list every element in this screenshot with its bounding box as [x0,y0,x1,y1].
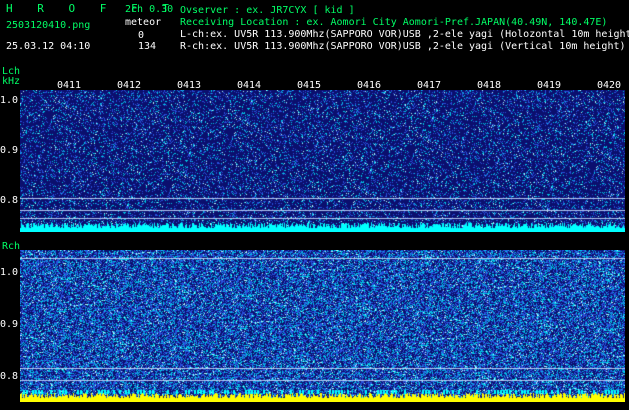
rch-ytick-1.0: 1.0 [0,267,19,278]
rch-label: Rch [2,241,21,252]
meteor-count-r: 134 [138,41,157,52]
capture-datetime: 25.03.12 04:10 [6,41,91,52]
version-label: 2ch 0.30 [125,4,174,15]
location-info: Receiving Location : ex. Aomori City Aom… [180,17,608,28]
rch-spectrogram [20,250,625,402]
lch-ytick-1.0: 1.0 [0,95,19,106]
meteor-label: meteor [125,17,162,28]
lch-waterfall [20,90,625,232]
rch-receiver-info: R-ch:ex. UV5R 113.900Mhz(SAPPORO VOR)USB… [180,41,626,52]
observer-info: Ovserver : ex. JR7CYX [ kid ] [180,5,355,16]
file-name: 2503120410.png [6,20,91,31]
rch-waterfall [20,250,625,402]
lch-unit: kHz [2,76,21,87]
lch-ytick-0.9: 0.9 [0,145,19,156]
lch-ytick-0.8: 0.8 [0,195,19,206]
lch-spectrogram [20,90,625,232]
lch-receiver-info: L-ch:ex. UV5R 113.900Mhz(SAPPORO VOR)USB… [180,29,629,40]
rch-ytick-0.9: 0.9 [0,319,19,330]
rch-ytick-0.8: 0.8 [0,371,19,382]
